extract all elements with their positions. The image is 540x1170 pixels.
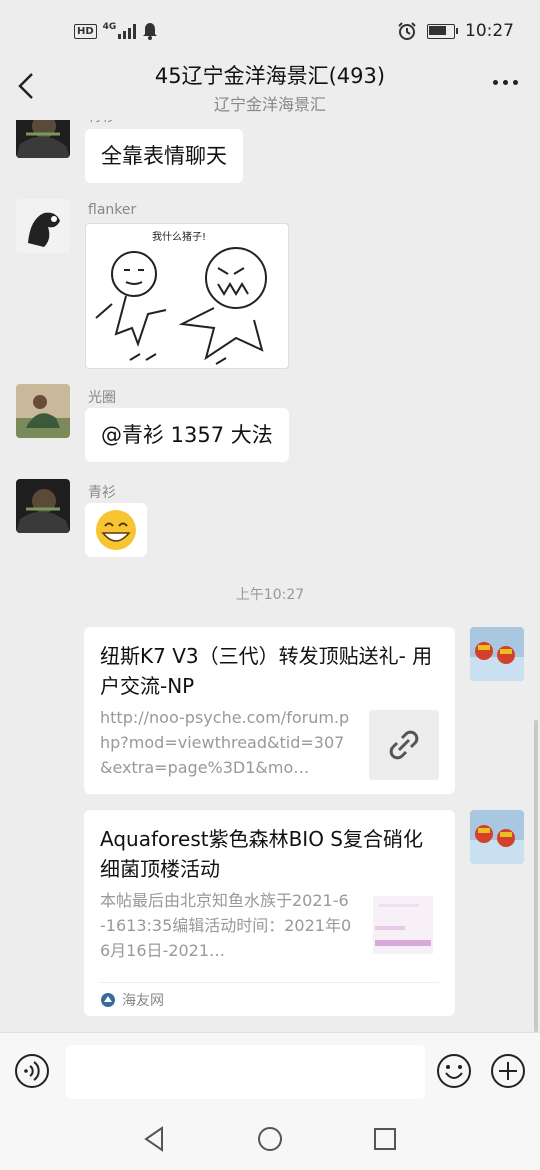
voice-icon[interactable]: [14, 1053, 50, 1089]
grinning-emoji-icon: [96, 510, 136, 550]
message-bubble[interactable]: 全靠表情聊天: [85, 129, 243, 183]
message-bubble[interactable]: @青衫 1357 大法: [85, 408, 289, 462]
battery-icon: [427, 23, 458, 39]
chat-title: 45辽宁金洋海景汇(493): [154, 64, 386, 88]
avatar[interactable]: [470, 810, 524, 864]
alarm-icon: [398, 22, 416, 40]
link-card-title: 纽斯K7 V3（三代）转发顶贴送礼- 用户交流-NP: [100, 644, 433, 698]
link-source: 海友网: [100, 990, 164, 1010]
sender-name: flanker: [88, 202, 137, 218]
clock: 10:27: [465, 21, 514, 41]
sender-name: 青衫: [88, 485, 116, 501]
avatar[interactable]: [16, 120, 70, 158]
link-card[interactable]: 纽斯K7 V3（三代）转发顶贴送礼- 用户交流-NP http://noo-ps…: [84, 627, 455, 794]
emoji-icon[interactable]: [436, 1053, 472, 1089]
link-thumb: [369, 890, 439, 960]
sender-name: 光圈: [88, 390, 116, 406]
link-source-name: 海友网: [122, 993, 164, 1009]
sticker-caption: 我什么猪子!: [152, 231, 206, 243]
hd-badge: HD: [74, 23, 97, 39]
chat-subtitle: 辽宁金洋海景汇: [213, 95, 326, 114]
network-type: 4G: [102, 22, 117, 32]
emoji-bubble[interactable]: [85, 503, 147, 557]
chat-area[interactable]: 青衫 全靠表情聊天 flanker 我什么猪子! 光圈 @青衫 1357 大法 …: [0, 120, 540, 1032]
link-card-title: Aquaforest紫色森林BIO S复合硝化细菌顶楼活动: [100, 827, 423, 881]
chat-header: 45辽宁金洋海景汇(493) 辽宁金洋海景汇: [0, 56, 540, 120]
plus-icon[interactable]: [490, 1053, 526, 1089]
avatar[interactable]: [470, 627, 524, 681]
message-input[interactable]: [66, 1045, 425, 1099]
sender-name: 青衫: [88, 120, 116, 126]
link-thumb: [369, 710, 439, 780]
input-bar: [0, 1032, 540, 1111]
divider: [100, 982, 439, 983]
link-icon: [389, 730, 419, 760]
source-logo-icon: [101, 993, 115, 1007]
scrollbar[interactable]: [534, 720, 538, 1032]
avatar[interactable]: [16, 384, 70, 438]
link-card[interactable]: Aquaforest紫色森林BIO S复合硝化细菌顶楼活动 本帖最后由北京知鱼水…: [84, 810, 455, 1016]
link-card-desc: 本帖最后由北京知鱼水族于2021-6-1613:35编辑活动时间：2021年06…: [100, 891, 352, 960]
signal-icon: [118, 23, 137, 39]
square-recent-icon[interactable]: [370, 1124, 400, 1154]
status-bar: HD 4G 10:27: [0, 0, 540, 64]
notification-bell-icon: [143, 23, 158, 40]
circle-home-icon[interactable]: [255, 1124, 285, 1154]
triangle-back-icon[interactable]: [140, 1124, 170, 1154]
sticker-image[interactable]: 我什么猪子!: [85, 223, 289, 369]
avatar[interactable]: [16, 199, 70, 253]
avatar[interactable]: [16, 479, 70, 533]
system-nav-bar: [0, 1110, 540, 1170]
link-card-desc: http://noo-psyche.com/forum.php?mod=view…: [100, 708, 350, 777]
timestamp: 上午10:27: [235, 587, 305, 603]
more-dots-icon[interactable]: [493, 80, 518, 85]
